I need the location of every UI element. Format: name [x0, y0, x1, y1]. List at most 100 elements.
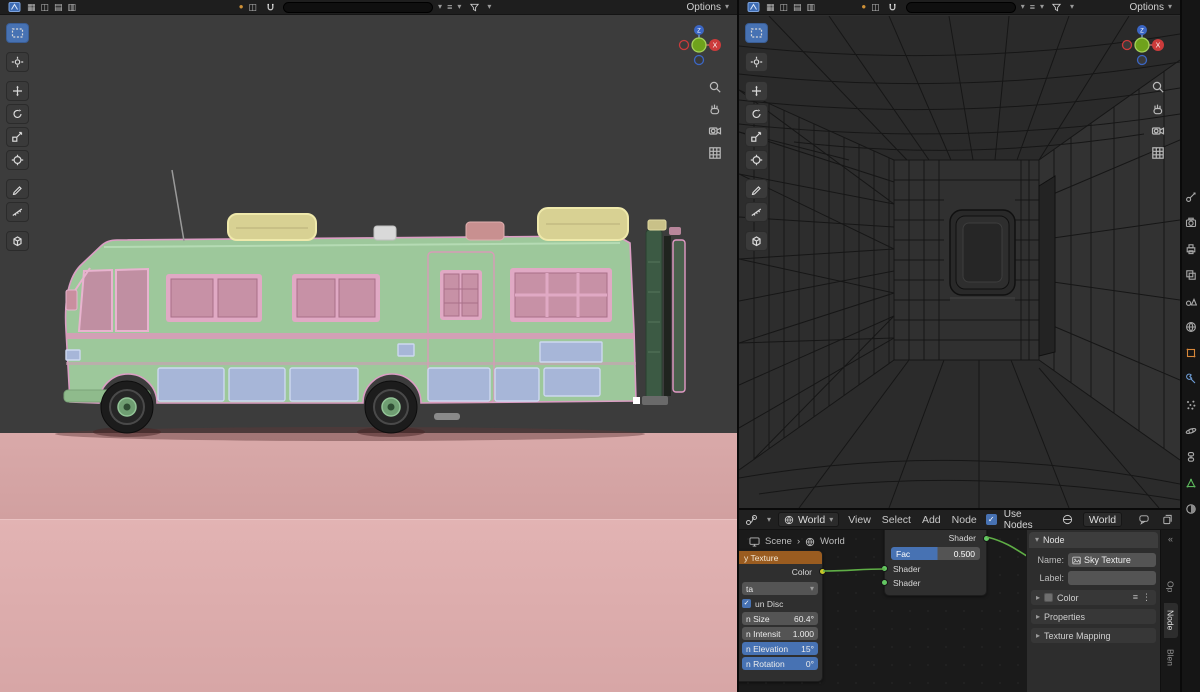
tab-object[interactable]	[1185, 346, 1198, 359]
collapse-panel-icon[interactable]: «	[1168, 534, 1173, 544]
tab-output[interactable]	[1185, 242, 1198, 255]
gizmo-minus-z-axis[interactable]	[1136, 54, 1148, 66]
shader-input-socket-1[interactable]	[881, 565, 888, 572]
tool-transform[interactable]	[745, 150, 768, 170]
tool-rotate[interactable]	[745, 104, 768, 124]
tool-box-select[interactable]	[745, 23, 768, 43]
overlays-list-icon[interactable]: ≡	[1030, 2, 1035, 12]
mode-toggle-icon[interactable]: ▦	[27, 2, 36, 12]
zoom-icon[interactable]	[1151, 80, 1165, 94]
snapping-dropdown-arrow[interactable]: ▾	[438, 3, 442, 11]
pivot-point-icon[interactable]: ◫	[871, 2, 880, 12]
sky-texture-node-header[interactable]: y Texture	[739, 551, 822, 564]
section-properties[interactable]: ▸ Properties	[1031, 609, 1156, 624]
tool-transform[interactable]	[6, 150, 29, 170]
sun-disc-checkbox[interactable]: ✓	[742, 599, 751, 608]
tab-particles[interactable]	[1185, 398, 1198, 411]
label-field[interactable]	[1068, 571, 1156, 585]
tool-rotate[interactable]	[6, 104, 29, 124]
menu-add[interactable]: Add	[920, 514, 943, 526]
snapping-dropdown-arrow[interactable]: ▾	[1021, 3, 1025, 11]
shader-output-socket[interactable]	[983, 535, 990, 542]
ortho-grid-icon[interactable]	[1151, 146, 1165, 160]
tool-scale[interactable]	[745, 127, 768, 147]
name-field[interactable]: Sky Texture	[1068, 553, 1156, 567]
list-icon[interactable]: ≡	[1133, 593, 1138, 602]
zoom-icon[interactable]	[708, 80, 722, 94]
tab-view-layer[interactable]	[1185, 268, 1198, 281]
shader-type-dropdown[interactable]: World ▾	[777, 512, 840, 527]
section-color[interactable]: ▸ Color ≡ ⋮	[1031, 590, 1156, 605]
sun-intensity-field[interactable]: n Intensit 1.000	[742, 627, 818, 640]
tab-object-data[interactable]	[1185, 476, 1198, 489]
tab-tool[interactable]	[1185, 190, 1198, 203]
tab-node[interactable]: Node	[1163, 603, 1178, 638]
tab-blender[interactable]: Blen	[1164, 642, 1178, 673]
node-panel-header[interactable]: ▾ Node	[1029, 532, 1158, 548]
tool-cursor[interactable]	[6, 52, 29, 72]
tool-scale[interactable]	[6, 127, 29, 147]
overlay-toggle-icon[interactable]: ▤	[54, 2, 63, 12]
filter-funnel-icon[interactable]	[1049, 1, 1065, 14]
viewport-3d-right[interactable]: ▦ ◫ ▤ ▥ ● ◫ ▾ ≡ ▾ ▾ Options ▾ X Z	[739, 0, 1180, 508]
gizmo-minus-x-axis[interactable]	[678, 39, 690, 51]
menu-view[interactable]: View	[846, 514, 873, 526]
tool-move[interactable]	[6, 81, 29, 101]
sky-texture-node[interactable]: y Texture Color ta ▾ ✓ un Disc n Size 60…	[739, 550, 826, 682]
overlays-dropdown-arrow[interactable]: ▾	[457, 3, 461, 11]
pan-hand-icon[interactable]	[708, 102, 722, 116]
tab-modifiers[interactable]	[1185, 372, 1198, 385]
tool-annotate[interactable]	[6, 179, 29, 199]
proportional-editing-icon[interactable]: ●	[861, 3, 866, 11]
viewport-search-input[interactable]	[905, 1, 1016, 13]
shader-input-socket-2[interactable]	[881, 579, 888, 586]
color-swatch[interactable]	[1044, 593, 1054, 602]
sky-type-dropdown[interactable]: ta ▾	[742, 582, 818, 595]
mode-toggle-icon[interactable]: ▦	[766, 2, 775, 12]
pivot-point-icon[interactable]: ◫	[249, 2, 258, 12]
tab-options[interactable]: Op	[1164, 574, 1178, 599]
browse-world-icon[interactable]	[1060, 513, 1076, 526]
color-output-socket[interactable]	[819, 568, 826, 575]
editor-type-button[interactable]	[6, 1, 22, 14]
tab-constraints[interactable]	[1185, 450, 1198, 463]
overlays-list-icon[interactable]: ≡	[447, 2, 452, 12]
camera-view-icon[interactable]	[1151, 124, 1165, 138]
tab-physics[interactable]	[1185, 424, 1198, 437]
shading-toggle-icon[interactable]: ◫	[780, 2, 789, 12]
tool-move[interactable]	[745, 81, 768, 101]
fac-slider[interactable]: Fac 0.500	[891, 547, 980, 560]
options-dropdown-left[interactable]: Options ▾	[685, 2, 731, 13]
sun-disc-row[interactable]: ✓ un Disc	[742, 597, 818, 610]
sun-size-field[interactable]: n Size 60.4°	[742, 612, 818, 625]
viewport-search-input[interactable]	[283, 1, 434, 13]
navigation-gizmo-left[interactable]: X Z	[677, 22, 723, 68]
gizmo-minus-x-axis[interactable]	[1121, 39, 1133, 51]
editor-type-button[interactable]	[745, 1, 761, 14]
use-nodes-checkbox[interactable]: ✓	[985, 514, 997, 525]
tool-add-primitive[interactable]	[745, 231, 768, 251]
tool-add-primitive[interactable]	[6, 231, 29, 251]
tool-cursor[interactable]	[745, 52, 768, 72]
sun-rotation-field[interactable]: n Rotation 0°	[742, 657, 818, 670]
pan-hand-icon[interactable]	[1151, 102, 1165, 116]
tool-box-select[interactable]	[6, 23, 29, 43]
editor-type-button[interactable]	[744, 513, 760, 526]
gizmo-y-axis[interactable]	[691, 37, 707, 53]
filter-dropdown-arrow[interactable]: ▾	[487, 3, 491, 11]
filter-funnel-icon[interactable]	[466, 1, 482, 14]
menu-node[interactable]: Node	[950, 514, 979, 526]
tab-material[interactable]	[1185, 502, 1198, 515]
section-texture-mapping[interactable]: ▸ Texture Mapping	[1031, 628, 1156, 643]
gizmo-minus-z-axis[interactable]	[693, 54, 705, 66]
gizmo-y-axis[interactable]	[1134, 37, 1150, 53]
xray-toggle-icon[interactable]: ▥	[68, 2, 77, 12]
tab-scene[interactable]	[1185, 294, 1198, 307]
snapping-magnet-icon[interactable]	[885, 1, 901, 14]
navigation-gizmo-right[interactable]: X Z	[1120, 22, 1166, 68]
tab-world[interactable]	[1185, 320, 1198, 333]
ortho-grid-icon[interactable]	[708, 146, 722, 160]
tab-render[interactable]	[1185, 216, 1198, 229]
shading-toggle-icon[interactable]: ◫	[41, 2, 50, 12]
filter-dropdown-arrow[interactable]: ▾	[1070, 3, 1074, 11]
